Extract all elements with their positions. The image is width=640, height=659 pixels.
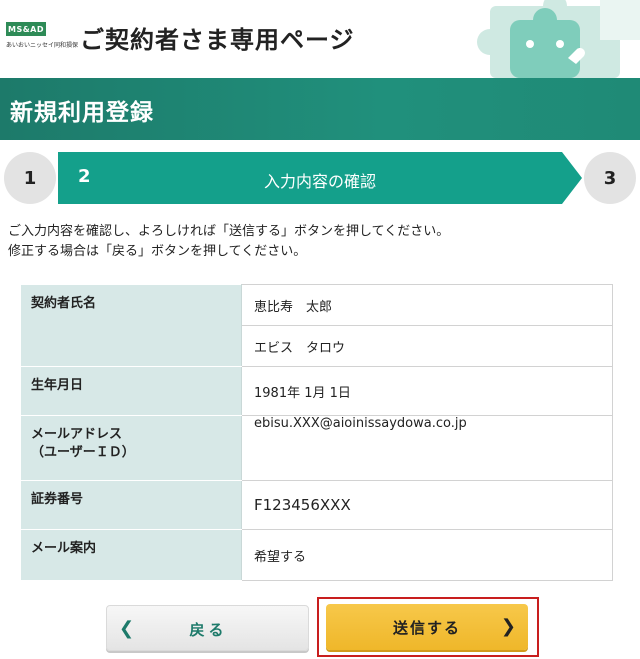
table-row-birthdate: 生年月日 1981年 1月 1日 (20, 366, 613, 416)
email-label: メールアドレス （ユーザーＩＤ） (20, 415, 242, 481)
back-button[interactable]: ❮ 戻る (106, 605, 309, 651)
policy-number-label: 証券番号 (20, 480, 242, 530)
company-logo: MS&AD あいおいニッセイ同和損保 (6, 22, 79, 56)
step-2-label: 入力内容の確認 (263, 172, 376, 191)
logo-mark: MS&AD (6, 22, 46, 36)
puzzle-illustration-icon (477, 0, 640, 78)
table-row-email: メールアドレス （ユーザーＩＤ） ebisu.XXX@aioinissaydow… (20, 415, 613, 481)
instructions: ご入力内容を確認し、よろしければ「送信する」ボタンを押してください。 修正する場… (8, 222, 449, 262)
back-button-label: 戻る (189, 621, 228, 639)
table-row-mail-notice: メール案内 希望する (20, 529, 613, 581)
step-2-active-indicator: 2 入力内容の確認 (58, 152, 582, 204)
name-kana-value: エビス タロウ (241, 325, 613, 367)
send-button[interactable]: 送信する ❯ (326, 604, 528, 650)
progress-steps: 1 2 入力内容の確認 3 (0, 150, 640, 206)
email-value: ebisu.XXX@aioinissaydowa.co.jp (241, 415, 613, 481)
step-3-indicator: 3 (584, 152, 636, 204)
header: MS&AD あいおいニッセイ同和損保 ご契約者さま専用ページ (0, 0, 640, 78)
email-label-line-2: （ユーザーＩＤ） (31, 445, 135, 460)
instruction-line-1: ご入力内容を確認し、よろしければ「送信する」ボタンを押してください。 (8, 224, 450, 239)
email-label-line-1: メールアドレス (31, 427, 123, 442)
policy-number-value: F123456XXX (241, 480, 613, 530)
send-button-label: 送信する (392, 619, 461, 637)
site-title: ご契約者さま専用ページ (80, 26, 355, 54)
birthdate-value: 1981年 1月 1日 (241, 366, 613, 416)
chevron-right-icon: ❯ (500, 616, 516, 637)
mail-notice-label: メール案内 (20, 529, 242, 581)
logo-subtext: あいおいニッセイ同和損保 (6, 42, 79, 49)
name-kanji-value: 恵比寿 太郎 (241, 284, 613, 326)
table-row-name: 契約者氏名 恵比寿 太郎 (20, 284, 613, 367)
name-label: 契約者氏名 (20, 284, 242, 367)
page-title-band: 新規利用登録 (0, 78, 640, 140)
birthdate-label: 生年月日 (20, 366, 242, 416)
page-title: 新規利用登録 (10, 100, 154, 126)
confirmation-table: 契約者氏名 恵比寿 太郎 エビス タロウ 生年月日 1981年 1月 1日 メー… (20, 284, 613, 581)
step-1-indicator: 1 (4, 152, 56, 204)
mail-notice-value: 希望する (241, 529, 613, 581)
table-row-policy-number: 証券番号 F123456XXX (20, 480, 613, 530)
instruction-line-2: 修正する場合は「戻る」ボタンを押してください。 (8, 244, 307, 259)
